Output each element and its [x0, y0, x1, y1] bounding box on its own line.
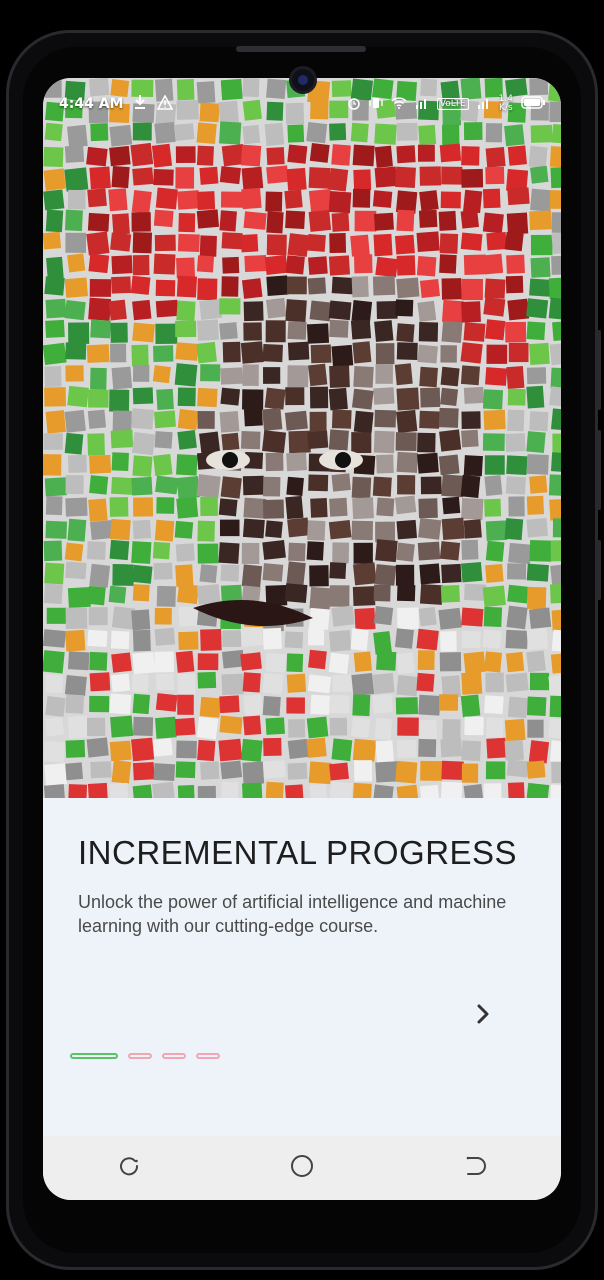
page-title: INCREMENTAL PROGRESS — [78, 834, 518, 871]
network-speed: 1.4 K/s — [499, 95, 513, 113]
wifi-icon — [391, 96, 407, 112]
onboarding-content: INCREMENTAL PROGRESS Unlock the power of… — [43, 798, 561, 1138]
front-camera — [289, 66, 317, 94]
recents-button[interactable] — [109, 1148, 149, 1188]
volume-button — [597, 430, 601, 510]
back-button[interactable] — [455, 1148, 495, 1188]
chevron-right-icon — [474, 1003, 492, 1029]
page-dot-active — [70, 1053, 118, 1059]
hero-image — [43, 78, 561, 798]
volume-button — [597, 330, 601, 410]
next-button[interactable] — [463, 996, 503, 1036]
app-screen: 4:44 AM VoLTE 1.4 K/s INCREMENTAL PROGRE… — [43, 78, 561, 1200]
earpiece-speaker — [236, 46, 366, 52]
page-indicator — [70, 1053, 220, 1059]
download-icon — [133, 94, 147, 114]
clock: 4:44 AM — [59, 96, 124, 112]
volte-icon: VoLTE — [436, 98, 469, 110]
home-icon — [290, 1154, 314, 1182]
page-description: Unlock the power of artificial intellige… — [78, 892, 507, 936]
page-dot — [128, 1053, 152, 1059]
page-dot — [162, 1053, 186, 1059]
signal-icon — [477, 97, 491, 112]
system-nav-bar — [43, 1136, 561, 1200]
back-icon — [463, 1154, 487, 1182]
home-button[interactable] — [282, 1148, 322, 1188]
alarm-icon — [347, 96, 361, 113]
network-speed-unit: K/s — [499, 103, 513, 113]
warning-icon — [157, 93, 174, 114]
power-button — [597, 540, 601, 600]
battery-icon — [521, 96, 545, 112]
vibrate-icon — [369, 96, 383, 113]
signal-icon — [415, 97, 429, 112]
page-dot — [196, 1053, 220, 1059]
recents-icon — [117, 1154, 141, 1182]
mosaic-portrait-image — [43, 78, 561, 798]
